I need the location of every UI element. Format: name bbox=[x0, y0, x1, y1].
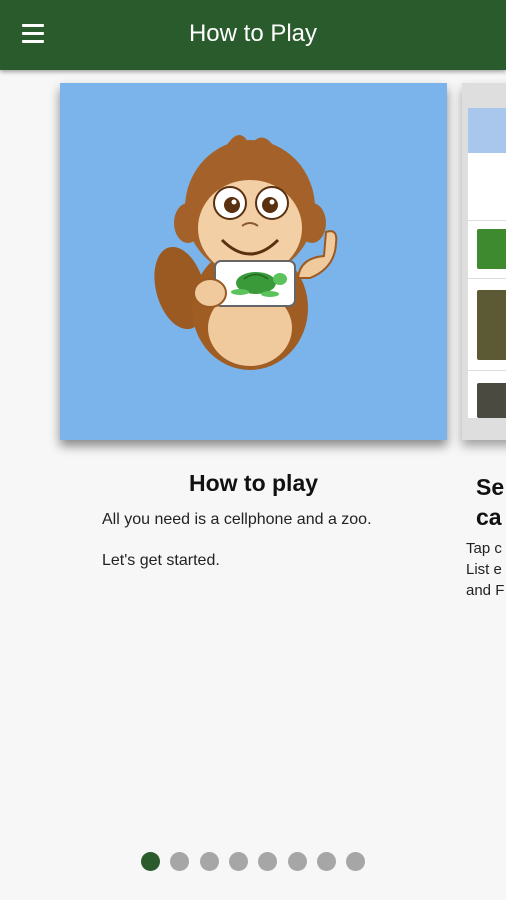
card-title-line: Se bbox=[476, 474, 505, 500]
page-dot[interactable] bbox=[170, 852, 190, 871]
card-title: Se ca bbox=[476, 472, 504, 532]
page-dot[interactable] bbox=[346, 852, 366, 871]
page-dot[interactable] bbox=[228, 852, 248, 871]
card-description-line: List e bbox=[466, 561, 502, 578]
tutorial-image-mascot bbox=[60, 83, 447, 440]
card-description-line: Tap c bbox=[466, 540, 502, 557]
page-dot[interactable] bbox=[287, 852, 307, 871]
card-description-line: Let's get started. bbox=[102, 552, 220, 569]
page-title: How to Play bbox=[188, 20, 318, 47]
card-title-line: ca bbox=[476, 504, 502, 530]
page-dot[interactable] bbox=[258, 852, 278, 871]
animal-thumbnail bbox=[477, 229, 506, 269]
card-description: Tap c List e and F bbox=[466, 538, 504, 601]
page-dot[interactable] bbox=[316, 852, 336, 871]
phone-screenshot bbox=[468, 108, 506, 418]
card-description-line: All you need is a cellphone and a zoo. bbox=[102, 511, 372, 528]
page-dot[interactable] bbox=[199, 852, 219, 871]
card-title: How to play bbox=[188, 470, 319, 496]
animal-thumbnail bbox=[477, 290, 506, 360]
monkey-mascot-illustration bbox=[154, 134, 338, 370]
page-dot[interactable] bbox=[141, 852, 160, 871]
animal-thumbnail bbox=[477, 383, 506, 418]
app-bar: How to Play bbox=[0, 0, 506, 70]
tutorial-image-species-list bbox=[462, 83, 506, 440]
card-description-line: and F bbox=[466, 582, 505, 599]
